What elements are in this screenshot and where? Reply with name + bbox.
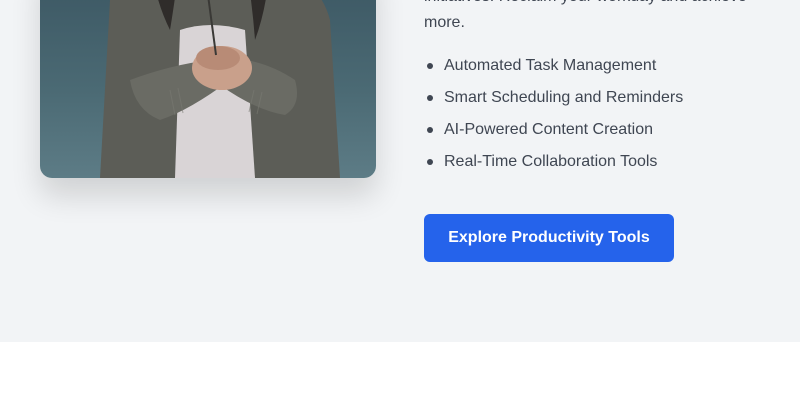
explore-tools-button[interactable]: Explore Productivity Tools <box>424 214 674 262</box>
section-description: initiatives. Reclaim your workday and ac… <box>424 0 747 31</box>
productivity-section: initiatives. Reclaim your workday and ac… <box>0 0 800 342</box>
feature-label: AI-Powered Content Creation <box>444 121 653 138</box>
list-item: Automated Task Management <box>424 50 764 82</box>
sparkler-illustration <box>40 0 376 178</box>
list-item: Smart Scheduling and Reminders <box>424 82 764 114</box>
sparkler-photo <box>40 0 376 178</box>
feature-label: Automated Task Management <box>444 57 657 74</box>
content-column: initiatives. Reclaim your workday and ac… <box>424 0 764 178</box>
bullet-icon <box>427 63 433 69</box>
bullet-icon <box>427 95 433 101</box>
feature-list: Automated Task Management Smart Scheduli… <box>424 50 764 178</box>
bullet-icon <box>427 127 433 133</box>
feature-label: Real-Time Collaboration Tools <box>444 153 658 170</box>
feature-label: Smart Scheduling and Reminders <box>444 89 684 106</box>
list-item: Real-Time Collaboration Tools <box>424 146 764 178</box>
bullet-icon <box>427 159 433 165</box>
next-section <box>0 342 800 420</box>
list-item: AI-Powered Content Creation <box>424 114 764 146</box>
